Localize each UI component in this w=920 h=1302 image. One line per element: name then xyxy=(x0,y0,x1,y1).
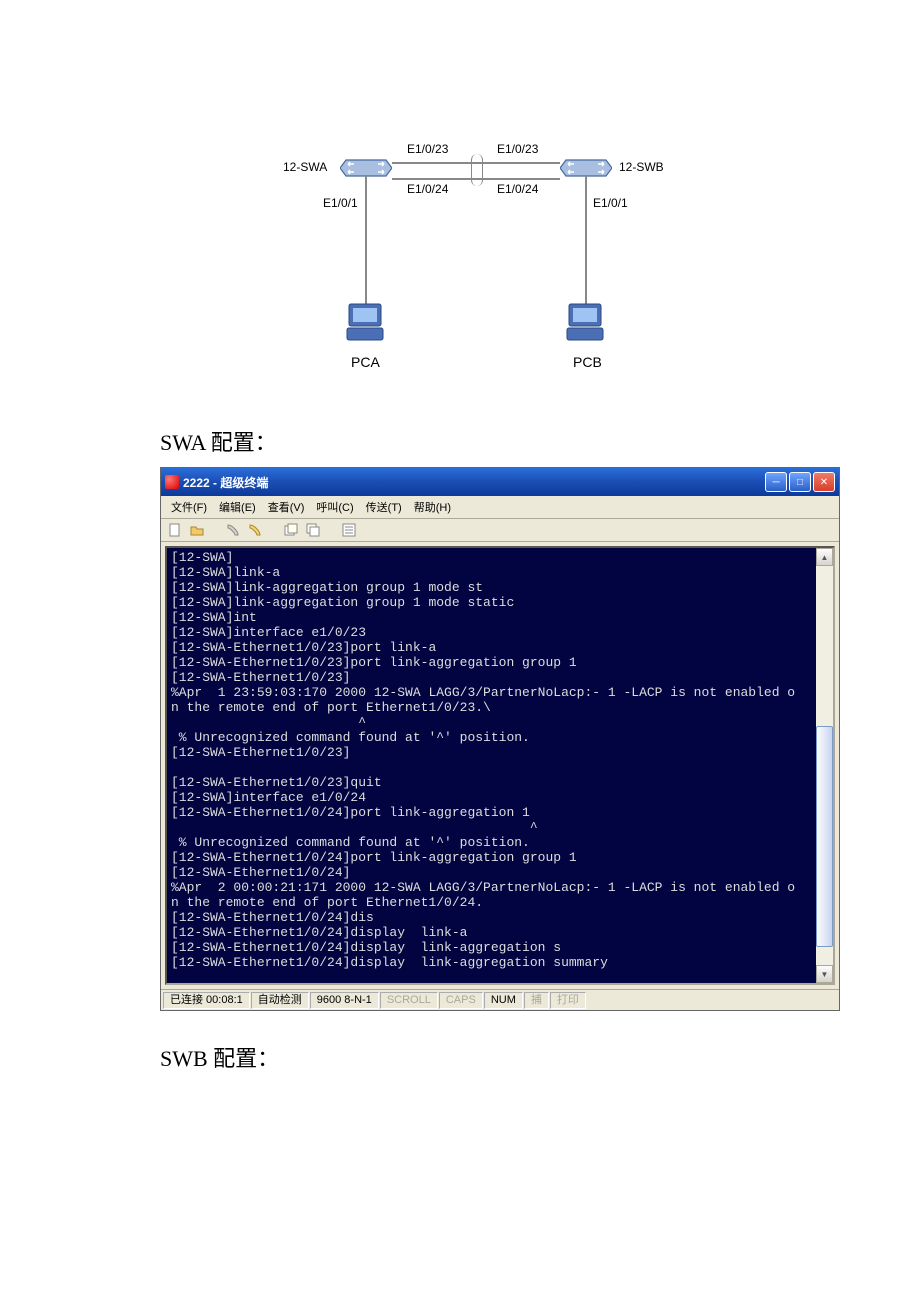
terminal-output[interactable]: [12-SWA] [12-SWA]link-a [12-SWA]link-agg… xyxy=(167,548,816,983)
menubar: 文件(F) 编辑(E) 查看(V) 呼叫(C) 传送(T) 帮助(H) xyxy=(161,496,839,519)
port-e1023-left: E1/0/23 xyxy=(407,142,448,156)
close-button[interactable]: ✕ xyxy=(813,472,835,492)
open-icon[interactable] xyxy=(189,522,205,538)
scroll-down-button[interactable]: ▼ xyxy=(816,965,833,983)
window-title: 2222 - 超级终端 xyxy=(183,474,765,491)
receive-icon[interactable] xyxy=(305,522,321,538)
status-caps: CAPS xyxy=(439,992,483,1009)
menu-edit[interactable]: 编辑(E) xyxy=(215,498,260,516)
pcb-label: PCB xyxy=(573,354,602,370)
menu-transfer[interactable]: 传送(T) xyxy=(362,498,406,516)
status-detect: 自动检测 xyxy=(251,992,309,1009)
menu-file[interactable]: 文件(F) xyxy=(167,498,211,516)
properties-icon[interactable] xyxy=(341,522,357,538)
port-e1023-right: E1/0/23 xyxy=(497,142,538,156)
aggregation-icon xyxy=(471,154,483,186)
status-print: 打印 xyxy=(550,992,586,1009)
port-e101-left: E1/0/1 xyxy=(323,196,358,210)
scroll-track[interactable] xyxy=(816,566,833,965)
menu-help[interactable]: 帮助(H) xyxy=(410,498,455,516)
scroll-up-button[interactable]: ▲ xyxy=(816,548,833,566)
pca-icon xyxy=(343,300,387,344)
hyperterminal-window: 2222 - 超级终端 ─ □ ✕ 文件(F) 编辑(E) 查看(V) 呼叫(C… xyxy=(160,467,840,1011)
swb-label: 12-SWB xyxy=(619,160,664,174)
menu-call[interactable]: 呼叫(C) xyxy=(312,498,357,516)
status-baud: 9600 8-N-1 xyxy=(310,992,379,1009)
scroll-thumb[interactable] xyxy=(816,726,833,947)
statusbar: 已连接 00:08:1 自动检测 9600 8-N-1 SCROLL CAPS … xyxy=(161,989,839,1010)
pcb-icon xyxy=(563,300,607,344)
swa-label: 12-SWA xyxy=(283,160,327,174)
status-capture: 捕 xyxy=(524,992,549,1009)
send-icon[interactable] xyxy=(283,522,299,538)
minimize-button[interactable]: ─ xyxy=(765,472,787,492)
toolbar xyxy=(161,519,839,542)
maximize-button[interactable]: □ xyxy=(789,472,811,492)
link-pca xyxy=(365,176,367,306)
port-e1024-right: E1/0/24 xyxy=(497,182,538,196)
app-icon xyxy=(165,475,179,489)
swb-config-heading: SWB 配置： xyxy=(160,1041,770,1073)
status-connected: 已连接 00:08:1 xyxy=(163,992,250,1009)
terminal-body: [12-SWA] [12-SWA]link-a [12-SWA]link-agg… xyxy=(165,546,835,985)
pca-label: PCA xyxy=(351,354,380,370)
network-diagram: 12-SWA 12-SWB E1/0/23 E1/0/23 E1/0/24 E1… xyxy=(160,140,770,385)
titlebar: 2222 - 超级终端 ─ □ ✕ xyxy=(161,468,839,496)
port-e1024-left: E1/0/24 xyxy=(407,182,448,196)
disconnect-icon[interactable] xyxy=(247,522,263,538)
port-e101-right: E1/0/1 xyxy=(593,196,628,210)
link-pcb xyxy=(585,176,587,306)
menu-view[interactable]: 查看(V) xyxy=(264,498,309,516)
status-num: NUM xyxy=(484,992,523,1009)
status-scroll: SCROLL xyxy=(380,992,438,1009)
swa-config-heading: SWA 配置： xyxy=(160,425,770,457)
scrollbar[interactable]: ▲ ▼ xyxy=(816,548,833,983)
new-icon[interactable] xyxy=(167,522,183,538)
call-icon[interactable] xyxy=(225,522,241,538)
